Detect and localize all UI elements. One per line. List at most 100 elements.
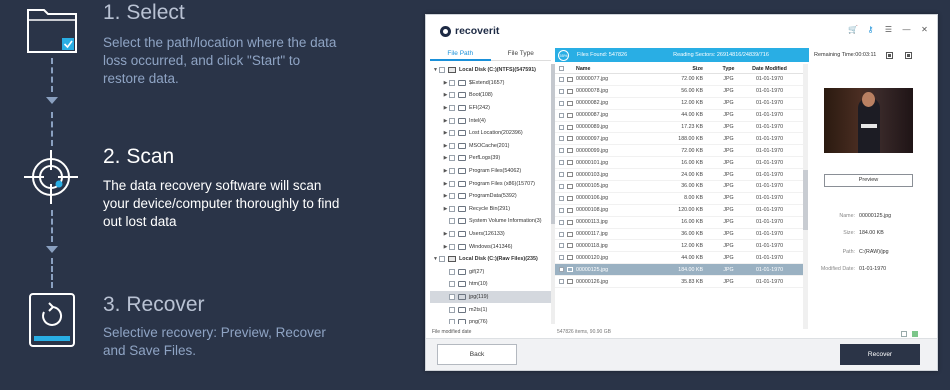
pause-button[interactable] bbox=[886, 51, 894, 59]
table-row[interactable]: 00000125.jpg 184.00 KB JPG 01-01-1970 bbox=[555, 264, 803, 277]
expand-arrow-icon[interactable]: ▶ bbox=[442, 193, 449, 199]
tree-item[interactable]: ▼ Local Disk (C:)(NTFS)(547591) bbox=[430, 64, 551, 77]
minimize-icon[interactable]: — bbox=[902, 25, 911, 35]
row-checkbox[interactable] bbox=[559, 160, 564, 166]
tree-item[interactable]: ▶ Lost Location(202396) bbox=[430, 127, 551, 140]
key-icon[interactable]: ⚷ bbox=[866, 25, 875, 35]
table-row[interactable]: 00000078.jpg 56.00 KB JPG 01-01-1970 bbox=[555, 86, 803, 98]
expand-arrow-icon[interactable]: ▼ bbox=[432, 256, 439, 262]
row-checkbox[interactable] bbox=[559, 112, 564, 118]
table-row[interactable]: 00000087.jpg 44.00 KB JPG 01-01-1970 bbox=[555, 110, 803, 122]
tree-item[interactable]: ▶ Program Files(54062) bbox=[430, 165, 551, 178]
row-checkbox[interactable] bbox=[559, 88, 564, 94]
tree-item[interactable]: ▶ MSOCache(201) bbox=[430, 140, 551, 153]
table-row[interactable]: 00000106.jpg 8.00 KB JPG 01-01-1970 bbox=[555, 193, 803, 205]
tree-item[interactable]: ▶ Recycle Bin(291) bbox=[430, 203, 551, 216]
tree-checkbox[interactable] bbox=[449, 79, 455, 86]
expand-arrow-icon[interactable]: ▶ bbox=[442, 244, 449, 250]
tree-item[interactable]: m2ts(1) bbox=[430, 303, 551, 316]
tab-file-path[interactable]: File Path bbox=[430, 48, 491, 61]
table-row[interactable]: 00000082.jpg 12.00 KB JPG 01-01-1970 bbox=[555, 98, 803, 110]
close-icon[interactable]: ✕ bbox=[920, 25, 929, 35]
table-row[interactable]: 00000099.jpg 72.00 KB JPG 01-01-1970 bbox=[555, 145, 803, 158]
expand-arrow-icon[interactable]: ▶ bbox=[442, 80, 449, 86]
expand-arrow-icon[interactable]: ▶ bbox=[442, 105, 449, 111]
row-checkbox[interactable] bbox=[559, 207, 564, 213]
tree-checkbox[interactable] bbox=[449, 168, 455, 175]
row-checkbox[interactable] bbox=[559, 279, 564, 285]
expand-arrow-icon[interactable]: ▶ bbox=[442, 143, 449, 149]
row-checkbox[interactable] bbox=[559, 100, 564, 106]
expand-arrow-icon[interactable]: ▶ bbox=[442, 118, 449, 124]
row-checkbox[interactable] bbox=[559, 124, 564, 130]
expand-arrow-icon[interactable]: ▶ bbox=[442, 155, 449, 161]
tree-checkbox[interactable] bbox=[449, 105, 455, 112]
row-checkbox[interactable] bbox=[559, 195, 564, 201]
row-checkbox[interactable] bbox=[559, 148, 564, 154]
column-date-modified[interactable]: Date Modified bbox=[746, 66, 793, 72]
row-checkbox[interactable] bbox=[559, 219, 564, 225]
expand-arrow-icon[interactable]: ▶ bbox=[442, 130, 449, 136]
tree-item[interactable]: ▶ PerfLogs(39) bbox=[430, 152, 551, 165]
column-name[interactable]: Name bbox=[576, 66, 668, 72]
tree-checkbox[interactable] bbox=[449, 319, 455, 324]
table-row[interactable]: 00000097.jpg 188.00 KB JPG 01-01-1970 bbox=[555, 133, 803, 146]
table-row[interactable]: 00000117.jpg 36.00 KB JPG 01-01-1970 bbox=[555, 229, 803, 241]
row-checkbox[interactable] bbox=[559, 136, 564, 142]
expand-arrow-icon[interactable]: ▶ bbox=[442, 206, 449, 212]
tree-checkbox[interactable] bbox=[449, 193, 455, 200]
tree-checkbox[interactable] bbox=[439, 256, 445, 263]
column-size[interactable]: Size bbox=[668, 66, 711, 72]
stop-button[interactable] bbox=[905, 51, 913, 59]
tree-item[interactable]: ▶ ProgramData(5392) bbox=[430, 190, 551, 203]
tree-checkbox[interactable] bbox=[449, 306, 455, 313]
tree-item[interactable]: gif(27) bbox=[430, 266, 551, 279]
cart-icon[interactable]: 🛒 bbox=[848, 25, 858, 35]
row-checkbox[interactable] bbox=[559, 243, 564, 249]
tree-checkbox[interactable] bbox=[449, 155, 455, 162]
tree-checkbox[interactable] bbox=[449, 268, 455, 275]
table-row[interactable]: 00000120.jpg 44.00 KB JPG 01-01-1970 bbox=[555, 252, 803, 265]
table-row[interactable]: 00000118.jpg 12.00 KB JPG 01-01-1970 bbox=[555, 240, 803, 253]
tree-item[interactable]: ▶ $Extend(1657) bbox=[430, 77, 551, 90]
column-type[interactable]: Type bbox=[711, 66, 746, 72]
tree-item[interactable]: ▶ Boot(108) bbox=[430, 89, 551, 102]
tree-item[interactable]: htm(10) bbox=[430, 278, 551, 291]
tree-checkbox[interactable] bbox=[449, 281, 455, 288]
tree-item[interactable]: ▶ Intel(4) bbox=[430, 114, 551, 127]
tree-checkbox[interactable] bbox=[449, 293, 455, 300]
expand-arrow-icon[interactable]: ▶ bbox=[442, 92, 449, 98]
table-row[interactable]: 00000126.jpg 35.83 KB JPG 01-01-1970 bbox=[555, 276, 803, 289]
tree-checkbox[interactable] bbox=[449, 231, 455, 238]
table-row[interactable]: 00000108.jpg 120.00 KB JPG 01-01-1970 bbox=[555, 205, 803, 217]
tree-checkbox[interactable] bbox=[449, 142, 455, 149]
row-checkbox[interactable] bbox=[559, 172, 564, 178]
row-checkbox[interactable] bbox=[559, 183, 564, 189]
tree-checkbox[interactable] bbox=[449, 180, 455, 187]
tree-item[interactable]: ▶ Windows(141346) bbox=[430, 240, 551, 253]
menu-icon[interactable]: ☰ bbox=[884, 25, 893, 35]
row-checkbox[interactable] bbox=[559, 255, 564, 261]
tree-item[interactable]: ▶ EFI(242) bbox=[430, 102, 551, 115]
table-row[interactable]: 00000105.jpg 36.00 KB JPG 01-01-1970 bbox=[555, 181, 803, 193]
tree-checkbox[interactable] bbox=[439, 67, 445, 74]
expand-arrow-icon[interactable]: ▶ bbox=[442, 168, 449, 174]
tree-checkbox[interactable] bbox=[449, 243, 455, 250]
table-row[interactable]: 00000101.jpg 16.00 KB JPG 01-01-1970 bbox=[555, 157, 803, 170]
expand-arrow-icon[interactable]: ▶ bbox=[442, 181, 449, 187]
tree-item[interactable]: ▶ Program Files (x86)(15707) bbox=[430, 177, 551, 190]
table-row[interactable]: 00000113.jpg 16.00 KB JPG 01-01-1970 bbox=[555, 217, 803, 229]
table-row[interactable]: 00000103.jpg 24.00 KB JPG 01-01-1970 bbox=[555, 169, 803, 182]
row-checkbox[interactable] bbox=[559, 231, 564, 237]
row-checkbox[interactable] bbox=[559, 267, 564, 273]
list-view-icon[interactable] bbox=[901, 331, 907, 337]
tree-item[interactable]: png(76) bbox=[430, 316, 551, 324]
tree-checkbox[interactable] bbox=[449, 205, 455, 212]
table-row[interactable]: 00000089.jpg 17.23 KB JPG 01-01-1970 bbox=[555, 122, 803, 134]
tree-checkbox[interactable] bbox=[449, 117, 455, 124]
back-button[interactable]: Back bbox=[437, 344, 517, 365]
tab-file-type[interactable]: File Type bbox=[490, 48, 551, 61]
select-all-checkbox[interactable] bbox=[559, 66, 564, 71]
recover-button[interactable]: Recover bbox=[840, 344, 920, 365]
tree-item[interactable]: ▼ Local Disk (C:)(Raw Files)(235) bbox=[430, 253, 551, 266]
